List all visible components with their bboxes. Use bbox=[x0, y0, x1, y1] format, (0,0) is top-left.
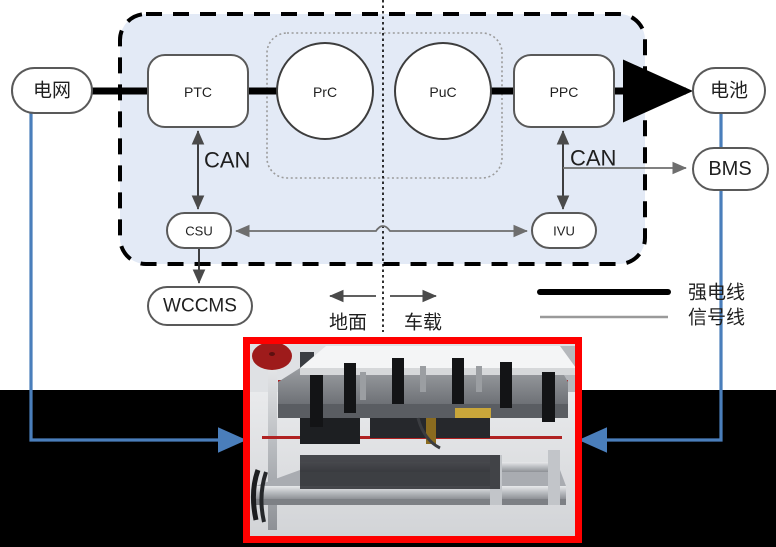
legend-label-power: 强电线 bbox=[688, 282, 745, 304]
node-ptc-label: PTC bbox=[184, 84, 212, 100]
node-csu-label: CSU bbox=[185, 224, 212, 239]
node-ppc[interactable]: PPC bbox=[513, 54, 615, 128]
photo-content bbox=[250, 344, 575, 536]
diagram-canvas: 电网 电池 BMS WCCMS PTC PrC PuC PPC CSU IVU … bbox=[0, 0, 776, 547]
node-puc-label: PuC bbox=[429, 84, 456, 100]
node-battery-label: 电池 bbox=[710, 80, 748, 102]
node-grid[interactable]: 电网 bbox=[11, 67, 93, 114]
node-ppc-label: PPC bbox=[550, 84, 579, 100]
node-battery[interactable]: 电池 bbox=[692, 67, 766, 114]
node-csu[interactable]: CSU bbox=[166, 212, 232, 249]
legend-label-signal: 信号线 bbox=[688, 307, 745, 329]
node-prc[interactable]: PrC bbox=[276, 42, 374, 140]
node-bms[interactable]: BMS bbox=[692, 147, 769, 191]
node-ivu[interactable]: IVU bbox=[531, 212, 597, 249]
node-grid-label: 电网 bbox=[33, 80, 71, 102]
can-label-right: CAN bbox=[570, 146, 616, 171]
node-puc[interactable]: PuC bbox=[394, 42, 492, 140]
node-ptc[interactable]: PTC bbox=[147, 54, 249, 128]
can-label-left: CAN bbox=[204, 148, 250, 173]
node-bms-label: BMS bbox=[708, 158, 751, 180]
test-bench-photo bbox=[243, 337, 582, 543]
vehicle-side-label: 车载 bbox=[404, 312, 442, 334]
node-prc-label: PrC bbox=[313, 84, 337, 100]
node-wccms-label: WCCMS bbox=[163, 296, 237, 317]
architecture-diagram: 电网 电池 BMS WCCMS PTC PrC PuC PPC CSU IVU … bbox=[0, 0, 776, 547]
node-wccms[interactable]: WCCMS bbox=[147, 286, 253, 326]
node-ivu-label: IVU bbox=[553, 224, 575, 239]
ground-side-label: 地面 bbox=[329, 312, 367, 334]
